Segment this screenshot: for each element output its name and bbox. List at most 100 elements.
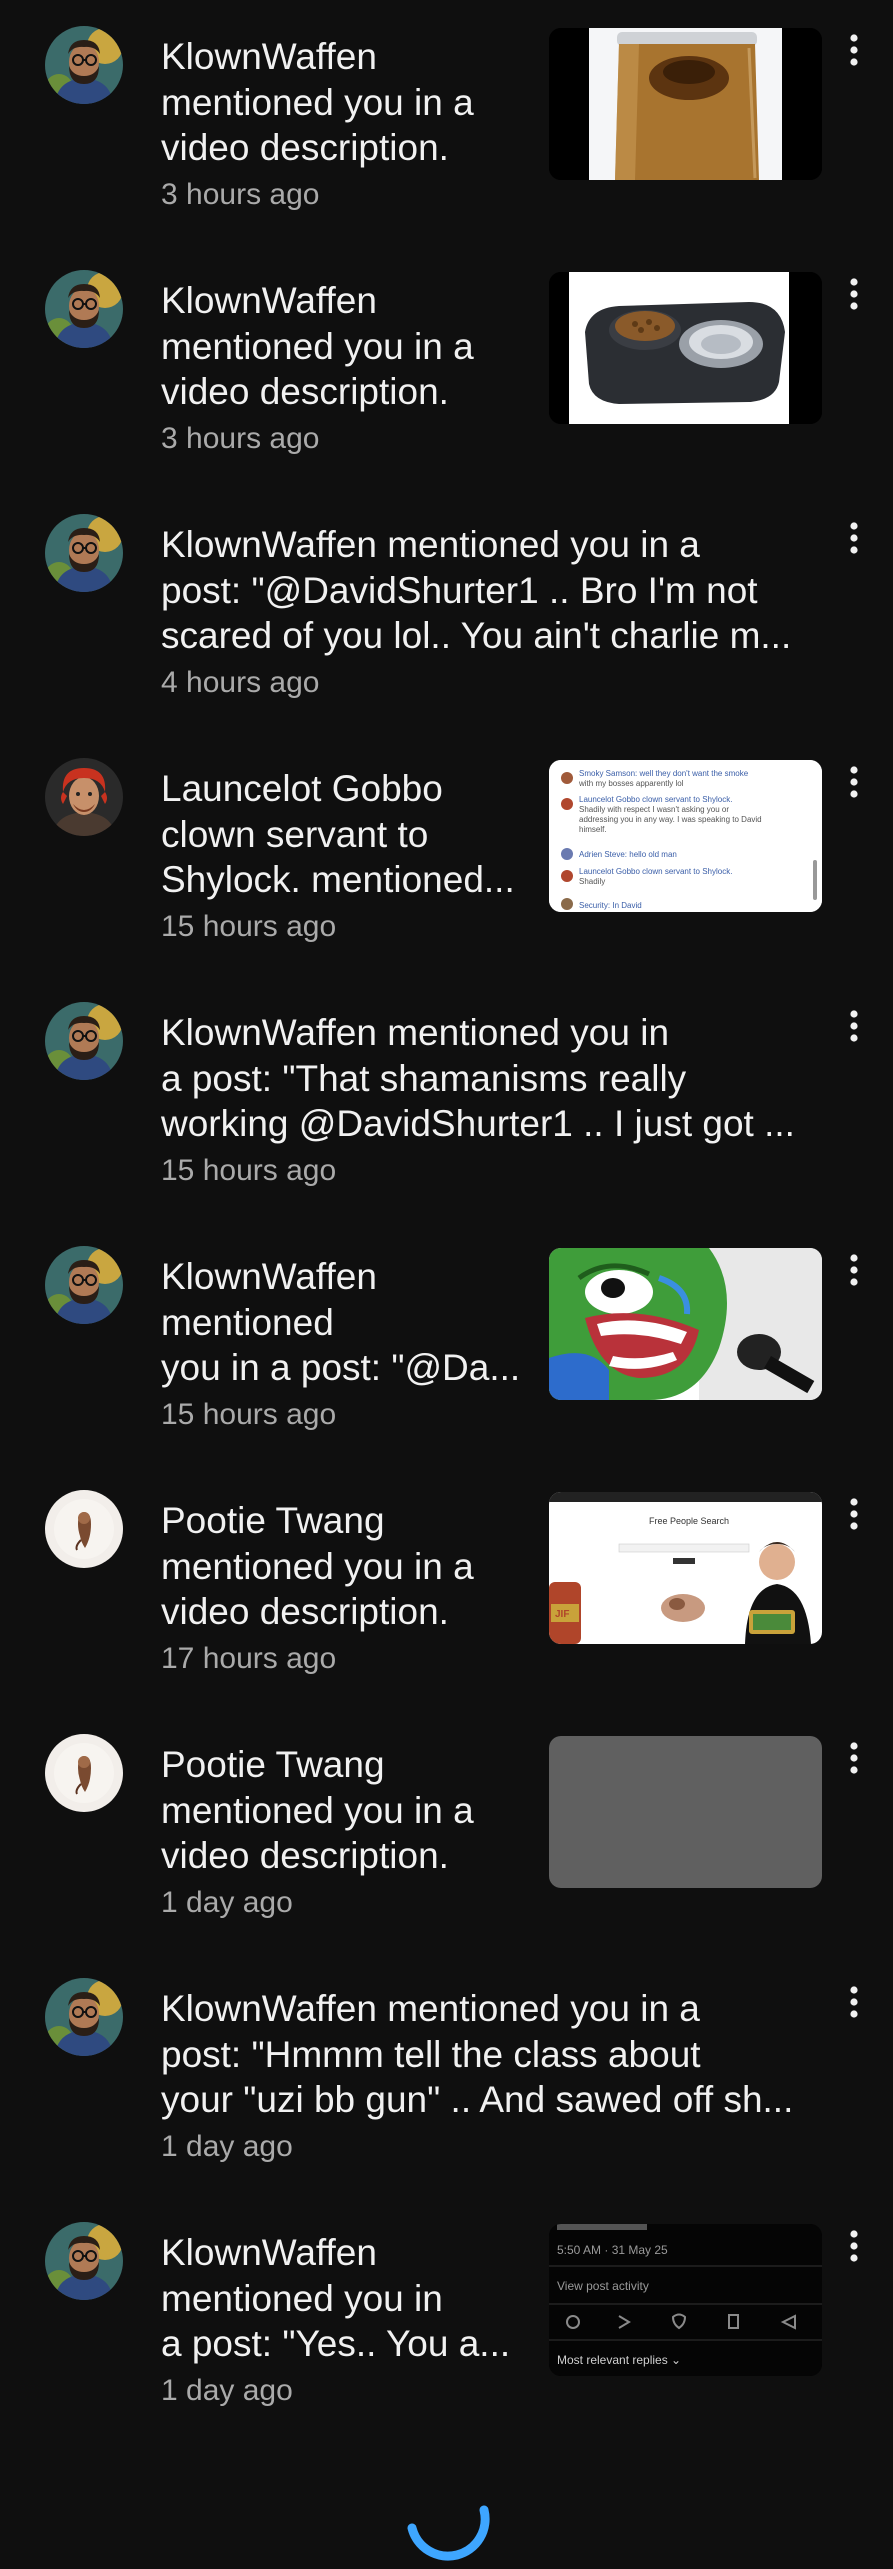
post-thumbnail[interactable]: Smoky Samson: well they don't want the s… bbox=[549, 760, 822, 912]
notification-text: Pootie Twang mentioned you in a video de… bbox=[161, 1498, 474, 1635]
notification-line: mentioned bbox=[161, 1301, 334, 1343]
more-vert-icon[interactable] bbox=[838, 2226, 870, 2266]
notification-line: Pootie Twang bbox=[161, 1744, 385, 1785]
more-vert-icon[interactable] bbox=[838, 1738, 870, 1778]
notification-item[interactable]: KlownWaffen mentioned you in a video des… bbox=[0, 0, 893, 244]
notification-time: 15 hours ago bbox=[161, 1154, 337, 1187]
comment-line: Shadily with respect I wasn't asking you… bbox=[579, 805, 729, 814]
comment-line: himself. bbox=[579, 825, 607, 834]
notification-line: mentioned you in bbox=[161, 2277, 443, 2319]
notification-line: mentioned you in a bbox=[161, 81, 474, 123]
notification-time: 17 hours ago bbox=[161, 1642, 337, 1675]
loading-spinner-icon bbox=[400, 2470, 494, 2564]
notification-line: post: "@DavidShurter1 .. Bro I'm not bbox=[161, 569, 758, 611]
notification-line: Pootie Twang bbox=[161, 1500, 385, 1541]
more-vert-icon[interactable] bbox=[838, 518, 870, 558]
notification-line: KlownWaffen mentioned you in bbox=[161, 1012, 670, 1053]
notification-time: 1 day ago bbox=[161, 2130, 293, 2163]
notification-line: working @DavidShurter1 .. I just got ... bbox=[161, 1103, 795, 1144]
notification-item[interactable]: KlownWaffen mentioned you in a post: "Ye… bbox=[0, 2196, 893, 2440]
notification-line: Shylock. mentioned... bbox=[161, 859, 515, 900]
notification-item[interactable]: KlownWaffen mentioned you in a post: "@D… bbox=[0, 488, 893, 732]
comment-screenshot-image: Smoky Samson: well they don't want the s… bbox=[549, 760, 822, 912]
post-activity-link: View post activity bbox=[557, 2279, 649, 2293]
notification-text: Launcelot Gobbo clown servant to Shylock… bbox=[161, 766, 515, 903]
notification-time: 3 hours ago bbox=[161, 422, 320, 455]
people-search-page-image: Free People Search JIF bbox=[549, 1492, 822, 1644]
notification-item[interactable]: Pootie Twang mentioned you in a video de… bbox=[0, 1464, 893, 1708]
notification-line: mentioned you in a bbox=[161, 1545, 474, 1587]
more-vert-icon[interactable] bbox=[838, 1982, 870, 2022]
comment-line: Smoky Samson: well they don't want the s… bbox=[579, 769, 749, 778]
red-hair-man-avatar-icon[interactable] bbox=[45, 758, 123, 836]
notification-item[interactable]: KlownWaffen mentioned you in a post: "@D… bbox=[0, 1220, 893, 1464]
post-activity-time: 5:50 AM · 31 May 25 bbox=[557, 2243, 668, 2257]
more-vert-icon[interactable] bbox=[838, 1006, 870, 1046]
more-vert-icon[interactable] bbox=[838, 1250, 870, 1290]
notification-line: post: "Hmmm tell the class about bbox=[161, 2033, 701, 2075]
post-thumbnail[interactable] bbox=[549, 1248, 822, 1400]
notification-text: KlownWaffen mentioned you in a post: "Hm… bbox=[161, 1986, 793, 2123]
notification-line: video description. bbox=[161, 1835, 449, 1876]
notification-line: you in a post: "@Da... bbox=[161, 1347, 521, 1388]
post-activity-screenshot-image: 5:50 AM · 31 May 25 View post activity M… bbox=[549, 2224, 822, 2376]
notification-line: mentioned you in a bbox=[161, 325, 474, 367]
comment-line: Launcelot Gobbo clown servant to Shylock… bbox=[579, 795, 732, 804]
small-figure-avatar-icon[interactable] bbox=[45, 1490, 123, 1568]
notification-line: clown servant to bbox=[161, 813, 429, 855]
small-figure-avatar-icon[interactable] bbox=[45, 1734, 123, 1812]
more-vert-icon[interactable] bbox=[838, 762, 870, 802]
bearded-man-avatar-icon[interactable] bbox=[45, 26, 123, 104]
notification-item[interactable]: KlownWaffen mentioned you in a post: "Hm… bbox=[0, 1952, 893, 2196]
notification-line: KlownWaffen bbox=[161, 1256, 377, 1297]
more-vert-icon[interactable] bbox=[838, 1494, 870, 1534]
post-activity-replies: Most relevant replies ⌄ bbox=[557, 2353, 681, 2367]
notification-line: KlownWaffen bbox=[161, 2232, 377, 2273]
post-thumbnail[interactable]: 5:50 AM · 31 May 25 View post activity M… bbox=[549, 2224, 822, 2376]
notification-line: KlownWaffen bbox=[161, 280, 377, 321]
notification-line: KlownWaffen bbox=[161, 36, 377, 77]
video-thumbnail-placeholder[interactable] bbox=[549, 1736, 822, 1888]
notification-time: 1 day ago bbox=[161, 1886, 293, 1919]
video-thumbnail[interactable]: Free People Search JIF bbox=[549, 1492, 822, 1644]
bearded-man-avatar-icon[interactable] bbox=[45, 514, 123, 592]
notification-time: 4 hours ago bbox=[161, 666, 320, 699]
notification-item[interactable]: KlownWaffen mentioned you in a video des… bbox=[0, 244, 893, 488]
peanut-butter-jar-image bbox=[549, 28, 822, 180]
bearded-man-avatar-icon[interactable] bbox=[45, 1246, 123, 1324]
notification-text: Pootie Twang mentioned you in a video de… bbox=[161, 1742, 474, 1879]
notification-item[interactable]: Pootie Twang mentioned you in a video de… bbox=[0, 1708, 893, 1952]
notification-item[interactable]: KlownWaffen mentioned you in a post: "Th… bbox=[0, 976, 893, 1220]
notification-text: KlownWaffen mentioned you in a post: "Th… bbox=[161, 1010, 795, 1147]
notification-time: 15 hours ago bbox=[161, 910, 337, 943]
comment-line: Security: In David bbox=[579, 901, 642, 910]
comment-line: Shadily bbox=[579, 877, 605, 886]
notification-line: video description. bbox=[161, 371, 449, 412]
bearded-man-avatar-icon[interactable] bbox=[45, 2222, 123, 2300]
notification-text: KlownWaffen mentioned you in a post: "@D… bbox=[161, 1254, 520, 1391]
jar-label: JIF bbox=[555, 1609, 569, 1620]
notification-time: 3 hours ago bbox=[161, 178, 320, 211]
video-thumbnail[interactable] bbox=[549, 28, 822, 180]
comment-line: addressing you in any way. I was speakin… bbox=[579, 815, 762, 824]
notification-text: KlownWaffen mentioned you in a post: "@D… bbox=[161, 522, 791, 659]
more-vert-icon[interactable] bbox=[838, 30, 870, 70]
comment-line: Launcelot Gobbo clown servant to Shylock… bbox=[579, 867, 732, 876]
notification-line: KlownWaffen mentioned you in a bbox=[161, 1988, 700, 2029]
video-thumbnail[interactable] bbox=[549, 272, 822, 424]
notification-line: a post: "Yes.. You a... bbox=[161, 2323, 511, 2364]
more-vert-icon[interactable] bbox=[838, 274, 870, 314]
bearded-man-avatar-icon[interactable] bbox=[45, 270, 123, 348]
bearded-man-avatar-icon[interactable] bbox=[45, 1002, 123, 1080]
notification-time: 15 hours ago bbox=[161, 1398, 337, 1431]
comment-line: Adrien Steve: hello old man bbox=[579, 850, 677, 859]
people-search-title: Free People Search bbox=[649, 1516, 729, 1526]
notification-text: KlownWaffen mentioned you in a post: "Ye… bbox=[161, 2230, 510, 2367]
notification-line: KlownWaffen mentioned you in a bbox=[161, 524, 700, 565]
bearded-man-avatar-icon[interactable] bbox=[45, 1978, 123, 2056]
notification-line: your "uzi bb gun" .. And sawed off sh... bbox=[161, 2079, 794, 2120]
notification-line: Launcelot Gobbo bbox=[161, 768, 443, 809]
comment-line: with my bosses apparently lol bbox=[578, 779, 684, 788]
notification-item[interactable]: Launcelot Gobbo clown servant to Shylock… bbox=[0, 732, 893, 976]
notification-text: KlownWaffen mentioned you in a video des… bbox=[161, 34, 474, 171]
